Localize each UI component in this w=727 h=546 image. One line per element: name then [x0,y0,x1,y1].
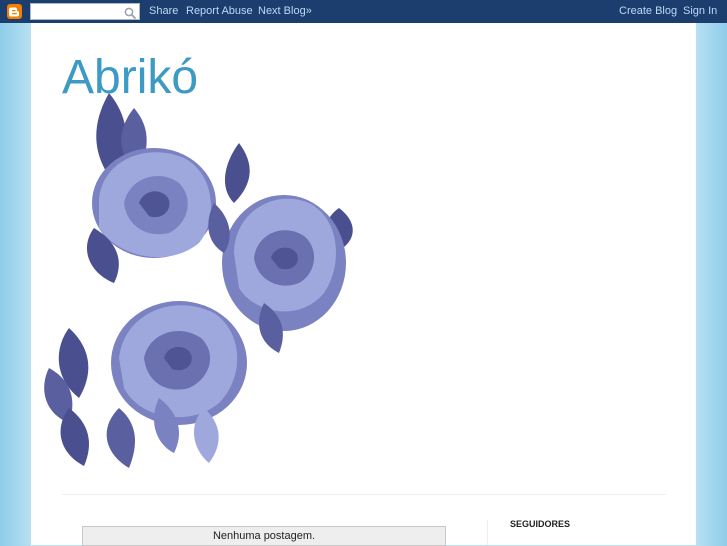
share-link[interactable]: Share [149,5,178,18]
create-blog-link[interactable]: Create Blog [619,5,677,18]
sidebar-divider [487,520,488,545]
blog-page: Abrikó Nenhuma postagem. SEGUIDORES [31,23,696,546]
next-blog-link[interactable]: Next Blog» [258,5,312,18]
search-icon[interactable] [124,6,136,19]
no-posts-status: Nenhuma postagem. [82,526,446,546]
blog-title[interactable]: Abrikó [62,51,198,105]
header-roses-image [39,88,379,473]
header-divider [62,494,666,495]
followers-heading: SEGUIDORES [510,519,571,529]
navbar: Share Report Abuse Next Blog» Create Blo… [0,0,727,23]
blogger-logo-icon[interactable] [7,4,22,19]
sign-in-link[interactable]: Sign In [683,5,717,18]
search-input[interactable] [30,3,140,20]
report-abuse-link[interactable]: Report Abuse [186,5,253,18]
